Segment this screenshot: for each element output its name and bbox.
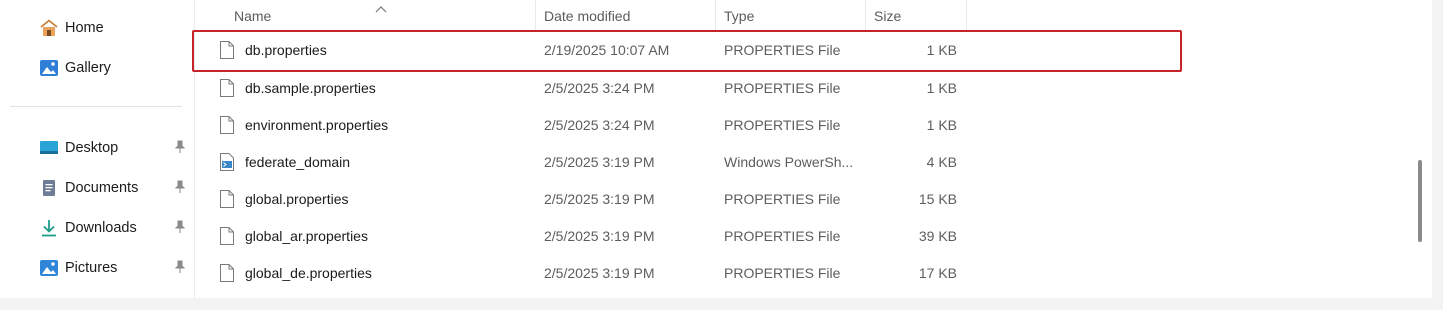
- column-header-label: Name: [234, 8, 272, 24]
- file-type: PROPERTIES File: [724, 190, 841, 207]
- downloads-icon: [38, 218, 60, 238]
- column-header-date[interactable]: Date modified: [536, 0, 716, 32]
- pin-icon[interactable]: [174, 260, 186, 274]
- sidebar-item-desktop[interactable]: Desktop: [38, 135, 188, 161]
- file-size: 4 KB: [926, 153, 957, 170]
- file-type: PROPERTIES File: [724, 116, 841, 133]
- home-icon: [38, 18, 60, 38]
- file-name: global.properties: [245, 190, 349, 207]
- file-name: global_de.properties: [245, 264, 372, 281]
- file-name: environment.properties: [245, 116, 389, 133]
- file-row[interactable]: global.properties 2/5/2025 3:19 PM PROPE…: [195, 180, 1195, 217]
- column-header-label: Type: [724, 8, 755, 24]
- navigation-pane: Home Gallery Desktop Documents Downloads…: [0, 0, 195, 298]
- gallery-icon: [38, 58, 60, 78]
- scrollbar-thumb[interactable]: [1418, 160, 1422, 242]
- file-date-modified: 2/5/2025 3:24 PM: [544, 79, 655, 96]
- sidebar-item-pictures[interactable]: Pictures: [38, 255, 188, 281]
- pin-icon[interactable]: [174, 140, 186, 154]
- file-date-modified: 2/5/2025 3:24 PM: [544, 116, 655, 133]
- file-date-modified: 2/5/2025 3:19 PM: [544, 190, 655, 207]
- file-date-modified: 2/5/2025 3:19 PM: [544, 227, 655, 244]
- sidebar-item-downloads[interactable]: Downloads: [38, 215, 188, 241]
- file-type: PROPERTIES File: [724, 264, 841, 281]
- column-header-type[interactable]: Type: [716, 0, 866, 32]
- file-size: 1 KB: [926, 79, 957, 96]
- file-row[interactable]: db.sample.properties 2/5/2025 3:24 PM PR…: [195, 69, 1195, 106]
- bottom-edge: [0, 298, 1443, 310]
- file-type: PROPERTIES File: [724, 227, 841, 244]
- sidebar-item-label: Documents: [65, 180, 139, 196]
- desktop-icon: [38, 138, 60, 158]
- sidebar-item-home[interactable]: Home: [38, 15, 188, 41]
- sidebar-item-label: Downloads: [65, 220, 137, 236]
- file-row[interactable]: global_de.properties 2/5/2025 3:19 PM PR…: [195, 254, 1195, 291]
- column-header-size[interactable]: Size: [866, 0, 967, 32]
- file-date-modified: 2/5/2025 3:19 PM: [544, 153, 655, 170]
- powershell-file-icon: [219, 152, 237, 172]
- pin-icon[interactable]: [174, 220, 186, 234]
- column-header-label: Date modified: [544, 8, 631, 24]
- file-size: 39 KB: [918, 227, 957, 244]
- file-name: federate_domain: [245, 153, 351, 170]
- sidebar-divider: [10, 106, 182, 107]
- file-icon: [219, 263, 237, 283]
- file-size: 15 KB: [918, 190, 957, 207]
- sidebar-item-label: Desktop: [65, 140, 119, 156]
- sidebar-item-documents[interactable]: Documents: [38, 175, 188, 201]
- file-type: PROPERTIES File: [724, 79, 841, 96]
- file-type: Windows PowerSh...: [724, 153, 854, 170]
- file-name: global_ar.properties: [245, 227, 368, 244]
- file-icon: [219, 189, 237, 209]
- file-row[interactable]: federate_domain 2/5/2025 3:19 PM Windows…: [195, 143, 1195, 180]
- file-icon: [219, 115, 237, 135]
- sidebar-item-gallery[interactable]: Gallery: [38, 55, 188, 81]
- file-icon: [219, 226, 237, 246]
- file-date-modified: 2/5/2025 3:19 PM: [544, 264, 655, 281]
- sidebar-item-label: Home: [65, 20, 104, 36]
- file-row[interactable]: global_ar.properties 2/5/2025 3:19 PM PR…: [195, 217, 1195, 254]
- sidebar-item-label: Gallery: [65, 60, 111, 76]
- window-edge: [1432, 0, 1443, 298]
- vertical-scrollbar[interactable]: [1412, 0, 1428, 298]
- column-header-label: Size: [874, 8, 902, 24]
- file-name: db.sample.properties: [245, 79, 376, 96]
- pictures-icon: [38, 258, 60, 278]
- sidebar-item-label: Pictures: [65, 260, 118, 276]
- file-size: 1 KB: [926, 116, 957, 133]
- pin-icon[interactable]: [174, 180, 186, 194]
- documents-icon: [38, 178, 60, 198]
- highlight-box: [192, 30, 1182, 72]
- file-size: 17 KB: [918, 264, 957, 281]
- sort-ascending-icon: [374, 0, 388, 13]
- file-icon: [219, 78, 237, 98]
- file-row[interactable]: environment.properties 2/5/2025 3:24 PM …: [195, 106, 1195, 143]
